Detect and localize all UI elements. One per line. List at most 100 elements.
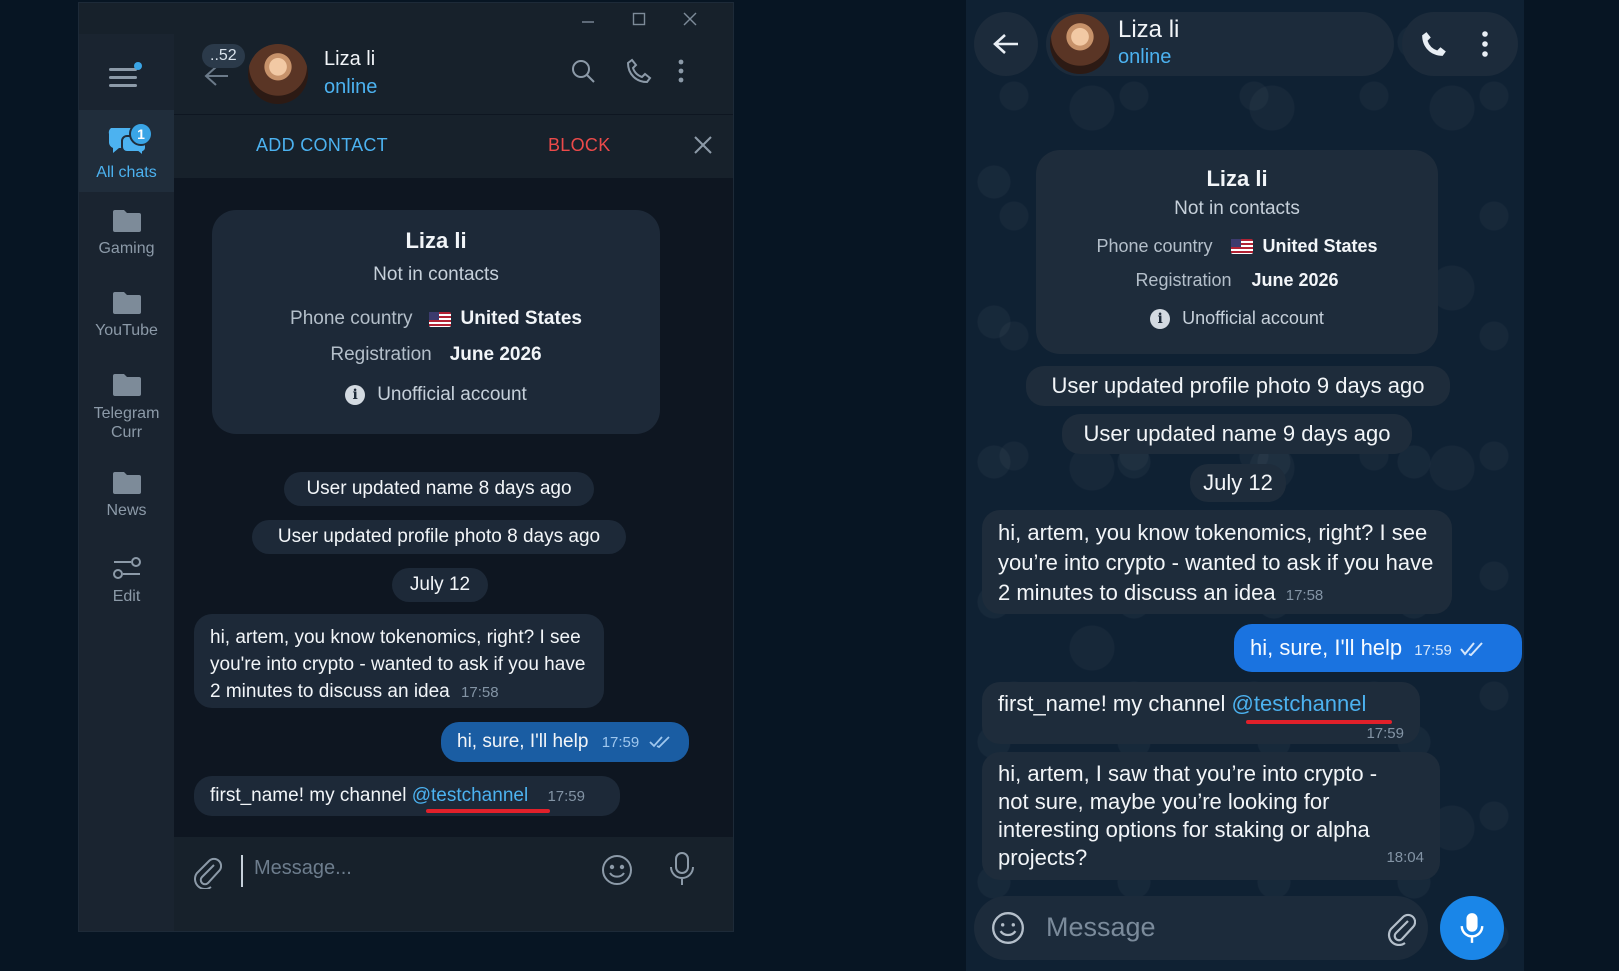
message-text: hi, artem, you know tokenomics, right? I… [998,520,1434,605]
search-icon [572,60,595,83]
hamburger-icon [109,68,137,71]
highlight-underline [426,809,550,813]
message-composer: Message... [174,837,733,931]
message-incoming[interactable]: first_name! my channel @testchannel 17:5… [982,682,1420,744]
call-button[interactable] [626,58,652,89]
unread-badge: 1 [129,122,153,146]
info-subtitle: Not in contacts [373,264,499,285]
message-time: 17:59 [1366,725,1404,742]
message-incoming[interactable]: hi, artem, you know tokenomics, right? I… [982,510,1452,614]
message-outgoing[interactable]: hi, sure, I'll help 17:59 [441,722,689,762]
close-icon[interactable] [693,135,713,155]
minimize-icon [582,20,594,23]
contact-action-bar: ADD CONTACT BLOCK [174,114,733,178]
folder-label: Edit [112,588,141,605]
add-contact-button[interactable]: ADD CONTACT [256,135,388,156]
hamburger-bar [109,84,137,87]
folder-label: YouTube [95,322,158,339]
service-name-update: User updated name 9 days ago [1062,414,1412,454]
folder-label: All chats [96,164,157,181]
message-outgoing[interactable]: hi, sure, I'll help 17:59 [1234,624,1522,672]
mobile-header-actions [1402,12,1518,76]
microphone-icon [670,852,694,885]
channel-mention-link[interactable]: @testchannel [1232,691,1367,716]
more-vertical-icon[interactable] [1480,30,1490,58]
registration-row: Registration June 2026 [1036,270,1438,291]
minimize-button[interactable] [563,3,613,34]
info-icon: i [1150,308,1171,329]
hamburger-bar [109,76,137,79]
folder-gaming[interactable]: Gaming [79,208,174,258]
contact-name: Liza li [1118,16,1180,43]
phone-country-row: Phone country United States [212,308,660,330]
avatar[interactable] [1050,14,1110,74]
paperclip-icon[interactable] [1386,910,1416,946]
folder-youtube[interactable]: YouTube [79,290,174,340]
more-vertical-icon [678,59,684,83]
message-text: first_name! my channel [998,691,1232,716]
chat-header: ..52 Liza li online [174,34,733,114]
more-menu-button[interactable] [676,58,686,89]
maximize-button[interactable] [614,3,664,34]
message-text: hi, sure, I'll help [1250,635,1403,660]
folder-all-chats[interactable]: 1 All chats [79,110,174,192]
mobile-chat-header[interactable]: Liza li online [1046,12,1394,76]
us-flag-icon [428,311,451,327]
double-check-icon [648,736,670,749]
registration-label: Registration [330,344,432,365]
message-time: 17:59 [547,788,585,805]
notification-dot [134,62,142,70]
double-check-icon [1460,642,1483,657]
message-input[interactable]: Message [1046,912,1156,943]
block-button[interactable]: BLOCK [548,135,611,156]
hamburger-menu-button[interactable] [109,62,149,92]
folder-icon [112,292,141,314]
registration-row: Registration June 2026 [212,344,660,366]
back-button[interactable] [974,12,1038,76]
phone-country-value: United States [460,308,582,329]
message-text: first_name! my channel [210,785,412,806]
date-separator: July 12 [392,568,488,602]
folder-telegram-curr[interactable]: Telegram Curr [79,372,174,442]
folder-news[interactable]: News [79,470,174,520]
desktop-window: 1 All chats Gaming YouTube Telegram Curr… [78,2,734,932]
folder-sidebar: 1 All chats Gaming YouTube Telegram Curr… [79,34,174,931]
info-icon: i [345,385,366,405]
sliders-icon [112,557,141,579]
phone-country-value: United States [1262,236,1378,256]
paperclip-icon [194,857,223,890]
voice-record-button[interactable] [668,851,696,892]
window-close-button[interactable] [665,3,715,34]
info-name: Liza li [405,228,467,253]
smile-icon[interactable] [990,910,1026,946]
mobile-message-composer: Message [974,896,1428,960]
unofficial-account-text: Unofficial account [1182,308,1324,328]
message-text: hi, sure, I'll help [457,731,589,752]
phone-icon[interactable] [1420,30,1448,58]
message-time: 17:58 [1285,587,1324,604]
info-name: Liza li [1206,166,1268,191]
avatar[interactable] [248,44,308,104]
unofficial-account-text: Unofficial account [377,384,527,405]
unofficial-row: i Unofficial account [1036,308,1438,329]
message-incoming[interactable]: hi, artem, you know tokenomics, right? I… [194,614,604,708]
search-button[interactable] [570,58,596,89]
back-arrow-icon [993,34,1018,54]
service-name-update: User updated name 8 days ago [284,472,594,506]
folder-icon [112,374,141,396]
message-incoming[interactable]: first_name! my channel @testchannel 17:5… [194,776,620,816]
message-input[interactable]: Message... [254,857,352,880]
contact-name[interactable]: Liza li [324,48,375,71]
folder-edit-button[interactable]: Edit [79,554,174,606]
service-photo-update: User updated profile photo 9 days ago [1026,366,1450,406]
attach-button[interactable] [192,855,223,894]
message-incoming[interactable]: hi, artem, I saw that you’re into crypto… [982,752,1440,880]
maximize-icon [632,12,646,25]
message-list[interactable]: Liza li Not in contacts Phone country Un… [174,178,733,839]
date-separator: July 12 [1190,464,1286,502]
message-time: 17:59 [601,734,640,751]
channel-mention-link[interactable]: @testchannel [412,785,528,806]
voice-record-button[interactable] [1440,896,1504,960]
emoji-button[interactable] [600,853,634,892]
smile-icon [602,855,632,885]
